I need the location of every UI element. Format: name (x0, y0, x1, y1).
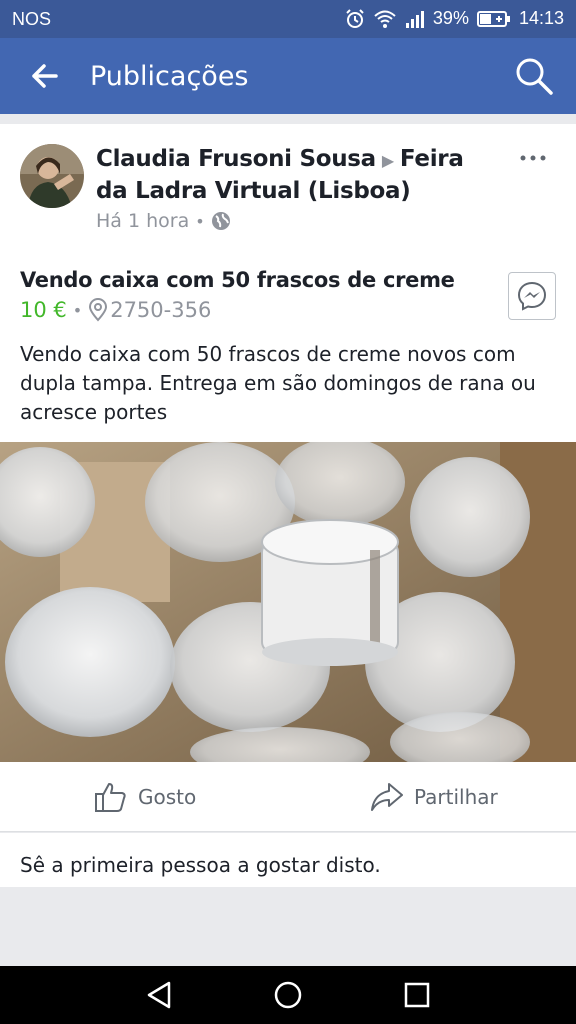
price-row: 10 € • 2750-356 (20, 298, 211, 322)
alarm-icon (346, 8, 364, 28)
post-author-line: Claudia Frusoni Sousa ▶ Feira da Ladra Vir… (96, 144, 496, 207)
separator-dot: • (72, 300, 83, 320)
status-bar: NOS 39% 14:13 (0, 0, 576, 38)
share-button[interactable]: Partilhar (370, 780, 498, 814)
page-title: Publicações (90, 61, 249, 92)
post-time-row: Há 1 hora • (96, 210, 231, 232)
search-icon[interactable] (514, 56, 554, 96)
location-code: 2750-356 (110, 298, 212, 322)
share-arrow-icon (371, 783, 403, 811)
thumbs-up-icon (95, 783, 126, 812)
nav-home-icon[interactable] (273, 980, 303, 1010)
item-price: 10 € (20, 298, 67, 322)
post-description: Vendo caixa com 50 frascos de creme novo… (20, 342, 536, 424)
system-nav-bar (0, 966, 576, 1024)
post-photo[interactable] (0, 442, 576, 762)
like-label: Gosto (138, 785, 197, 809)
message-seller-button[interactable] (508, 272, 556, 320)
post-actions: Gosto Partilhar (0, 762, 576, 832)
more-icon[interactable] (518, 150, 548, 166)
post-card: Claudia Frusoni Sousa ▶ Feira da Ladra Vir… (0, 124, 576, 442)
globe-icon (211, 212, 230, 230)
nav-back-icon[interactable] (145, 980, 175, 1010)
share-label: Partilhar (414, 785, 498, 809)
wifi-icon (374, 10, 396, 28)
item-location: 2750-356 (88, 298, 211, 322)
avatar[interactable] (20, 144, 84, 208)
author-name[interactable]: Claudia Frusoni Sousa (96, 146, 376, 172)
app-bar: Publicações (0, 38, 576, 114)
triangle-right-icon: ▶ (381, 151, 394, 170)
battery-icon (476, 10, 510, 27)
like-button[interactable]: Gosto (94, 780, 196, 814)
carrier-label: NOS (12, 9, 52, 29)
messenger-icon (517, 281, 547, 311)
location-pin-icon (89, 298, 108, 322)
battery-percent: 39% (432, 8, 469, 28)
nav-recents-icon[interactable] (402, 980, 432, 1010)
likes-summary: Sê a primeira pessoa a gostar disto. (0, 833, 576, 887)
back-arrow-icon[interactable] (24, 58, 64, 94)
likes-text: Sê a primeira pessoa a gostar disto. (20, 853, 381, 877)
clock: 14:13 (518, 8, 564, 28)
post-time[interactable]: Há 1 hora (96, 210, 189, 232)
signal-icon (405, 10, 424, 28)
separator-dot: • (195, 211, 205, 231)
item-title: Vendo caixa com 50 frascos de creme (20, 268, 455, 292)
